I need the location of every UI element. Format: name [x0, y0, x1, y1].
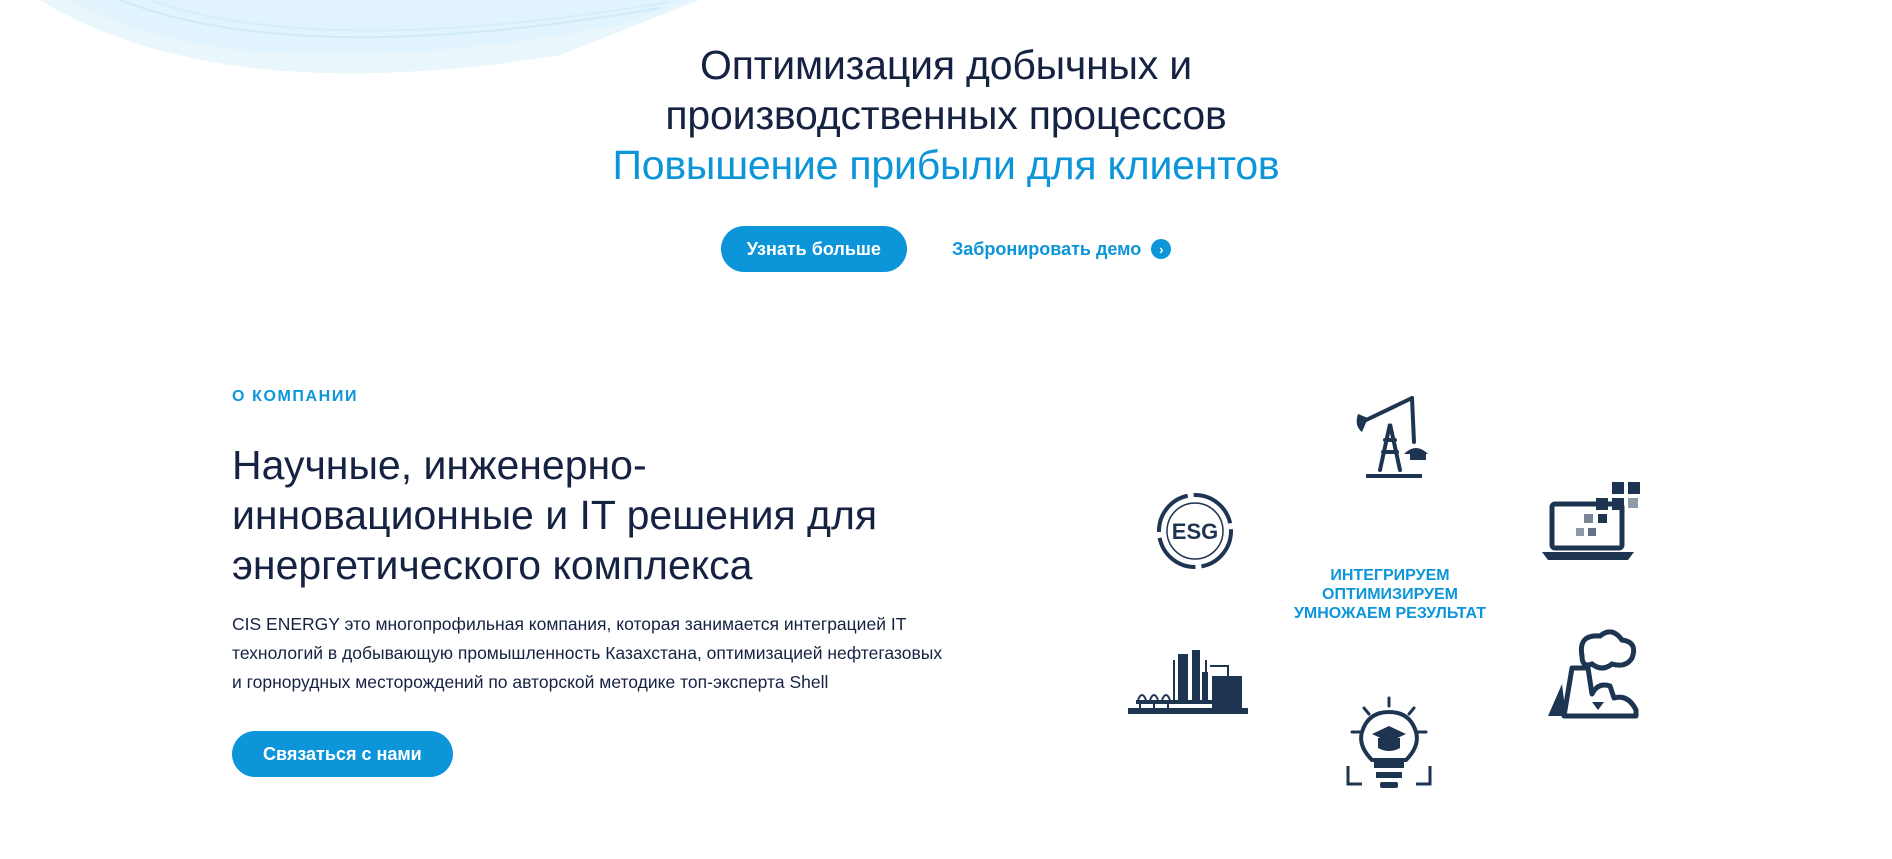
oil-pump-icon — [1356, 396, 1428, 478]
esg-circle-icon: ESG — [1157, 493, 1233, 569]
lightbulb-graduation-icon — [1346, 696, 1432, 788]
center-line-optimize: ОПТИМИЗИРУЕМ — [1322, 586, 1458, 603]
chevron-right-icon: › — [1151, 239, 1172, 259]
book-demo-link[interactable]: Забронировать демо › — [951, 238, 1172, 260]
about-title-line: Научные, инженерно- — [232, 442, 647, 488]
about-title-line: энергетического комплекса — [232, 542, 753, 588]
about-description-line: и горнорудных месторождений по авторской… — [232, 672, 829, 692]
about-title-line: инновационные и IT решения для — [232, 492, 878, 538]
learn-more-button[interactable]: Узнать больше — [720, 226, 907, 272]
refinery-icon — [1128, 650, 1248, 714]
about-description-line: технологий в добывающую промышленность К… — [232, 643, 943, 663]
hero-subtitle: Повышение прибыли для клиентов — [612, 142, 1280, 188]
esg-label: ESG — [1172, 519, 1218, 544]
about-description-line: CIS ENERGY это многопрофильная компания,… — [232, 614, 907, 634]
hero-title-line-2: производственных процессов — [665, 92, 1227, 138]
center-line-integrate: ИНТЕГРИРУЕМ — [1330, 567, 1450, 584]
center-line-multiply: УМНОЖАЕМ РЕЗУЛЬТАТ — [1293, 605, 1487, 622]
hero-section: Оптимизация добычных и производственных … — [0, 40, 1892, 190]
book-demo-label: Забронировать демо — [951, 238, 1142, 259]
about-eyebrow: О КОМПАНИИ — [232, 388, 359, 405]
diagram-center-text: ИНТЕГРИРУЕМ ОПТИМИЗИРУЕМ УМНОЖАЕМ РЕЗУЛЬ… — [1260, 566, 1520, 623]
services-diagram: ESG ИНТЕГРИРУЕМ ОПТИМИЗИРУЕМ УМНОЖАЕМ РЕ… — [1100, 380, 1660, 800]
laptop-pixels-icon — [1542, 482, 1640, 560]
contact-us-button[interactable]: Связаться с нами — [232, 731, 453, 777]
about-description: CIS ENERGY это многопрофильная компания,… — [232, 610, 1032, 697]
hero-title-line-1: Оптимизация добычных и — [700, 42, 1192, 88]
factory-smoke-icon — [1548, 629, 1639, 719]
hero-actions: Узнать больше Забронировать демо › — [0, 226, 1892, 272]
about-title: Научные, инженерно- инновационные и IT р… — [232, 440, 1032, 590]
about-section: О КОМПАНИИ Научные, инженерно- инновацио… — [232, 388, 1032, 777]
